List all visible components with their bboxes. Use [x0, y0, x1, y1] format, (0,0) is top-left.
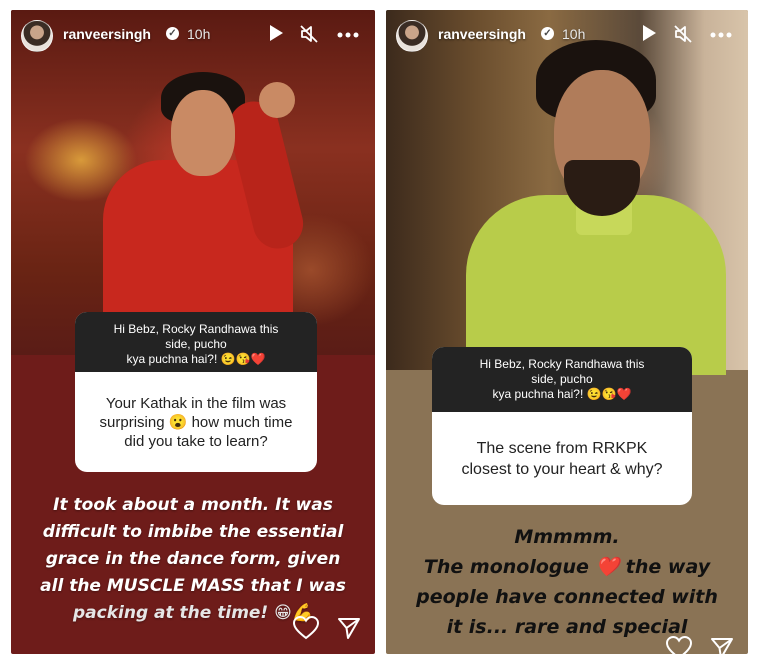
mute-icon[interactable]	[299, 24, 319, 44]
post-time: 10h	[562, 26, 586, 42]
story-left[interactable]: ranveersingh ✓ 10h Hi Bebz, Rocky Randha…	[11, 10, 375, 654]
sticker-prompt: Hi Bebz, Rocky Randhawa this side, pucho…	[75, 312, 317, 372]
sticker-prompt-line: kya puchna hai?! 😉😘❤️	[492, 387, 632, 401]
fist-shape	[259, 82, 295, 118]
verified-badge-icon: ✓	[166, 27, 179, 40]
answer-line: difficult to imbibe the essential	[42, 522, 344, 542]
profile-avatar[interactable]	[21, 20, 53, 52]
more-options-icon[interactable]	[710, 24, 732, 44]
send-icon[interactable]	[710, 636, 736, 654]
story-photo	[11, 10, 375, 360]
profile-avatar[interactable]	[396, 20, 428, 52]
answer-line: people have connected with	[416, 586, 718, 608]
send-icon[interactable]	[337, 616, 363, 642]
answer-line: all the MUSCLE MASS that I was	[40, 576, 346, 596]
answer-line: Mmmmm.	[514, 526, 620, 548]
answer-line: The monologue ❤️ the way	[423, 556, 711, 578]
sticker-prompt-line: Hi Bebz, Rocky Randhawa this	[479, 357, 645, 371]
username[interactable]: ranveersingh	[438, 26, 526, 42]
sticker-prompt-line: Hi Bebz, Rocky Randhawa this	[113, 322, 279, 336]
sticker-prompt-line: side, pucho	[165, 337, 227, 351]
verified-badge-icon: ✓	[541, 27, 554, 40]
answer-line: It took about a month. It was	[53, 495, 333, 515]
mute-icon[interactable]	[673, 24, 693, 44]
sticker-prompt: Hi Bebz, Rocky Randhawa this side, pucho…	[432, 347, 692, 412]
story-header: ranveersingh ✓ 10h	[386, 10, 748, 60]
play-icon[interactable]	[639, 24, 659, 44]
sticker-question: Your Kathak in the film was surprising 😮…	[75, 372, 317, 451]
question-sticker: Hi Bebz, Rocky Randhawa this side, pucho…	[75, 312, 317, 472]
question-line: Your Kathak in the film was	[105, 395, 287, 412]
question-line: closest to your heart & why?	[461, 461, 663, 478]
question-line: surprising 😮 how much time	[99, 414, 293, 431]
face-shape	[171, 90, 235, 176]
sticker-prompt-line: side, pucho	[531, 372, 593, 386]
question-line: The scene from RRKPK	[476, 440, 648, 457]
answer-line: grace in the dance form, given	[45, 549, 341, 569]
story-photo	[386, 10, 748, 375]
story-right[interactable]: ranveersingh ✓ 10h Hi Bebz, Rocky Randha…	[386, 10, 748, 654]
sticker-prompt-line: kya puchna hai?! 😉😘❤️	[126, 352, 266, 366]
story-header: ranveersingh ✓ 10h	[11, 10, 375, 60]
post-time: 10h	[187, 26, 211, 42]
question-line: did you take to learn?	[124, 433, 268, 450]
more-options-icon[interactable]	[337, 24, 359, 44]
answer-text: Mmmmm. The monologue ❤️ the way people h…	[392, 522, 742, 642]
question-sticker: Hi Bebz, Rocky Randhawa this side, pucho…	[432, 347, 692, 505]
play-icon[interactable]	[266, 24, 286, 44]
heart-icon[interactable]	[665, 635, 693, 654]
heart-icon[interactable]	[292, 615, 320, 642]
answer-text: It took about a month. It was difficult …	[21, 492, 365, 627]
sticker-question: The scene from RRKPK closest to your hea…	[432, 412, 692, 480]
username[interactable]: ranveersingh	[63, 26, 151, 42]
